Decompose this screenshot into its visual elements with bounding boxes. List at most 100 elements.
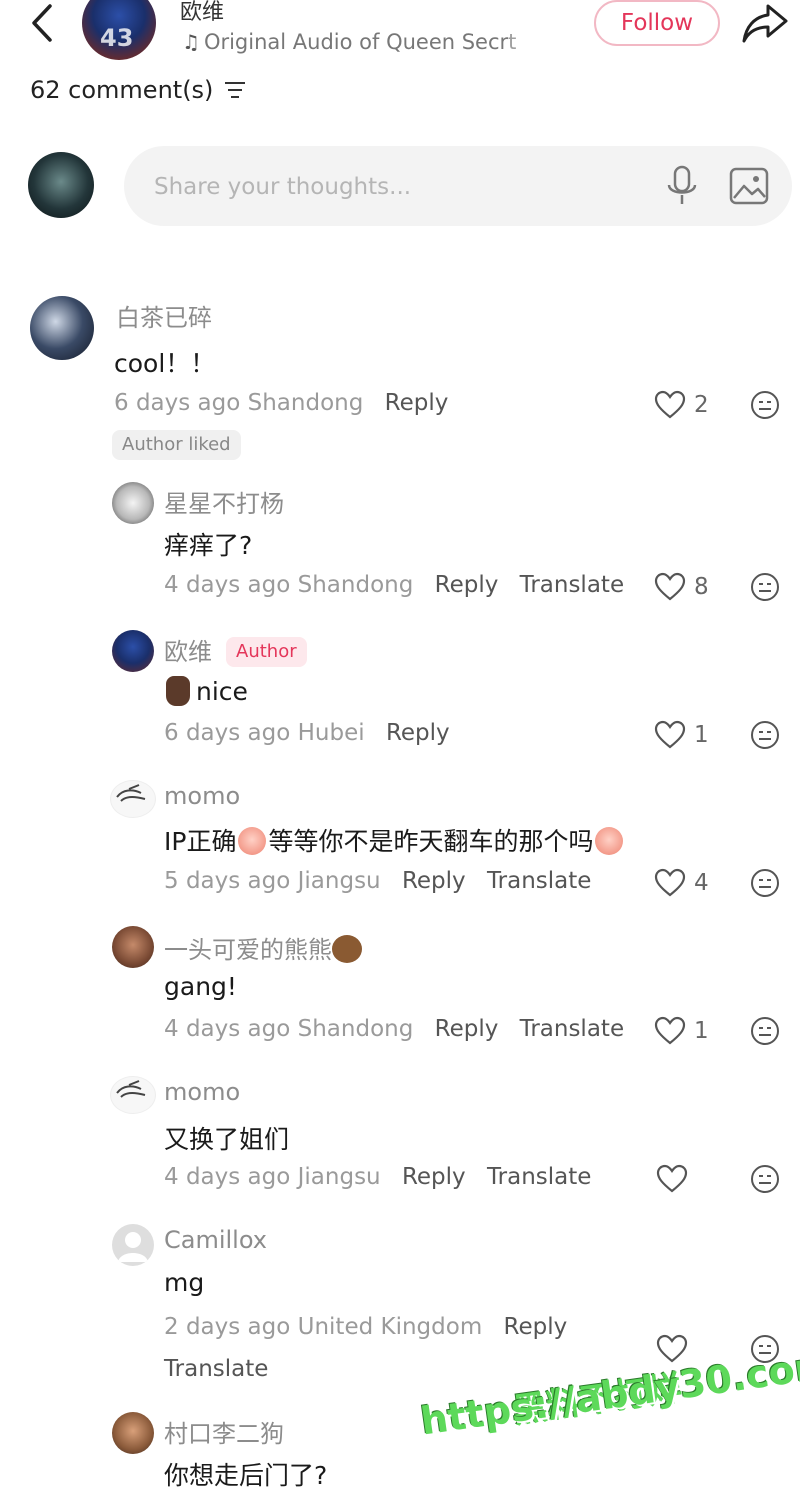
- blush-sticker-icon: [595, 827, 624, 855]
- current-user-avatar: [28, 152, 94, 218]
- commenter-name[interactable]: 白茶已碎: [116, 298, 212, 333]
- commenter-avatar[interactable]: [30, 296, 94, 360]
- heart-icon: [654, 1016, 686, 1045]
- reply-button[interactable]: Reply: [435, 1016, 499, 1042]
- emoji-reaction-icon[interactable]: [750, 390, 780, 420]
- translate-button[interactable]: Translate: [487, 868, 591, 894]
- comment-input-box[interactable]: [124, 146, 792, 226]
- comment-meta: 4 days ago Shandong Reply Translate: [164, 572, 624, 598]
- reply-button[interactable]: Reply: [386, 720, 450, 746]
- commenter-name[interactable]: 欧维: [164, 638, 212, 666]
- translate-button[interactable]: Translate: [487, 1164, 591, 1190]
- commenter-avatar[interactable]: [110, 1076, 156, 1114]
- bear-emoji: [332, 935, 362, 963]
- comment-text: cool！！: [114, 349, 216, 378]
- heart-icon: [654, 868, 686, 897]
- translate-button[interactable]: Translate: [520, 1016, 624, 1042]
- comment-location: Shandong: [297, 1016, 414, 1042]
- author-avatar[interactable]: 43: [82, 0, 156, 60]
- sketch-avatar-icon: [116, 1080, 146, 1098]
- commenter-name[interactable]: Camillox: [164, 1226, 267, 1254]
- comment-text-part2: 等等你不是昨天翻车的那个吗: [268, 827, 594, 856]
- comment-time: 4 days ago: [164, 572, 291, 598]
- author-liked-badge: Author liked: [112, 430, 241, 460]
- audio-track[interactable]: ♫ Original Audio of Queen Secrt: [182, 30, 516, 54]
- comment-text: 又换了姐们: [164, 1125, 290, 1154]
- emoji-reaction-icon[interactable]: [750, 1164, 780, 1194]
- commenter-name[interactable]: 星星不打杨: [164, 484, 284, 519]
- like-count: 8: [694, 574, 709, 600]
- reply-button[interactable]: Reply: [504, 1314, 568, 1340]
- watermark-line2: https://abdy30.com: [418, 1342, 800, 1444]
- victory-hand-emoji: [166, 676, 190, 706]
- emoji-reaction-icon[interactable]: [750, 868, 780, 898]
- comment-time: 2 days ago: [164, 1314, 291, 1340]
- comment-meta-line2: Translate: [164, 1356, 268, 1382]
- like-button[interactable]: 4: [654, 868, 709, 898]
- translate-button[interactable]: Translate: [164, 1356, 268, 1382]
- sort-icon[interactable]: [223, 79, 247, 101]
- comment-location: Jiangsu: [297, 868, 381, 894]
- commenter-avatar[interactable]: [112, 1412, 154, 1454]
- comment-text-part1: IP正确: [164, 827, 237, 856]
- comment-location: Shandong: [297, 572, 414, 598]
- translate-button[interactable]: Translate: [520, 572, 624, 598]
- like-button[interactable]: 2: [654, 390, 709, 420]
- author-name[interactable]: 欧维: [180, 0, 224, 26]
- commenter-avatar[interactable]: [112, 926, 154, 968]
- commenter-name[interactable]: momo: [164, 1078, 240, 1106]
- like-count: 1: [694, 722, 709, 748]
- back-arrow-icon[interactable]: [24, 2, 60, 44]
- like-count: 4: [694, 870, 709, 896]
- comment-location: Jiangsu: [297, 1164, 381, 1190]
- commenter-avatar[interactable]: [110, 780, 156, 818]
- commenter-name[interactable]: momo: [164, 782, 240, 810]
- comment-input[interactable]: [152, 164, 636, 210]
- microphone-icon[interactable]: [664, 164, 700, 208]
- comment-text: gang!: [164, 972, 237, 1001]
- like-button[interactable]: 1: [654, 720, 709, 750]
- like-button[interactable]: 1: [654, 1016, 709, 1046]
- reply-button[interactable]: Reply: [385, 390, 449, 416]
- commenter-avatar[interactable]: [112, 1224, 154, 1266]
- commenter-avatar[interactable]: [112, 630, 154, 672]
- comment-location: Hubei: [297, 720, 365, 746]
- comment-meta: 2 days ago United Kingdom Reply: [164, 1314, 567, 1340]
- comment-time: 5 days ago: [164, 868, 291, 894]
- heart-icon: [654, 572, 686, 601]
- commenter-avatar[interactable]: [112, 482, 154, 524]
- heart-icon: [654, 390, 686, 419]
- reply-button[interactable]: Reply: [402, 1164, 466, 1190]
- like-button[interactable]: [656, 1164, 696, 1194]
- music-note-icon: ♫: [182, 30, 200, 54]
- comment-text: 痒痒了?: [164, 531, 253, 560]
- comment-time: 4 days ago: [164, 1164, 291, 1190]
- commenter-name[interactable]: 一头可爱的熊熊: [164, 936, 332, 964]
- emoji-reaction-icon[interactable]: [750, 572, 780, 602]
- comment-meta: 6 days ago Hubei Reply: [164, 720, 450, 746]
- reply-button[interactable]: Reply: [402, 868, 466, 894]
- like-button[interactable]: 8: [654, 572, 709, 602]
- audio-title: Original Audio of Queen Secr: [203, 30, 509, 54]
- comment-time: 4 days ago: [164, 1016, 291, 1042]
- like-count: 2: [694, 392, 709, 418]
- share-icon[interactable]: [740, 0, 790, 48]
- comment-time: 6 days ago: [164, 720, 291, 746]
- sketch-avatar-icon: [116, 784, 146, 802]
- reply-button[interactable]: Reply: [435, 572, 499, 598]
- author-badge: Author: [226, 637, 307, 667]
- heart-icon: [656, 1334, 688, 1363]
- image-icon[interactable]: [728, 166, 770, 206]
- comment-meta: 5 days ago Jiangsu Reply Translate: [164, 868, 591, 894]
- heart-icon: [656, 1164, 688, 1193]
- commenter-name[interactable]: 村口李二狗: [164, 1414, 284, 1449]
- default-user-icon: [118, 1232, 148, 1262]
- heart-icon: [654, 720, 686, 749]
- emoji-reaction-icon[interactable]: [750, 1016, 780, 1046]
- emoji-reaction-icon[interactable]: [750, 720, 780, 750]
- comment-time: 6 days ago: [114, 390, 241, 416]
- like-button[interactable]: [656, 1334, 696, 1364]
- follow-button[interactable]: Follow: [594, 0, 720, 46]
- audio-title-tail: t: [508, 30, 517, 54]
- commenter-name-row: 欧维 Author: [164, 632, 307, 667]
